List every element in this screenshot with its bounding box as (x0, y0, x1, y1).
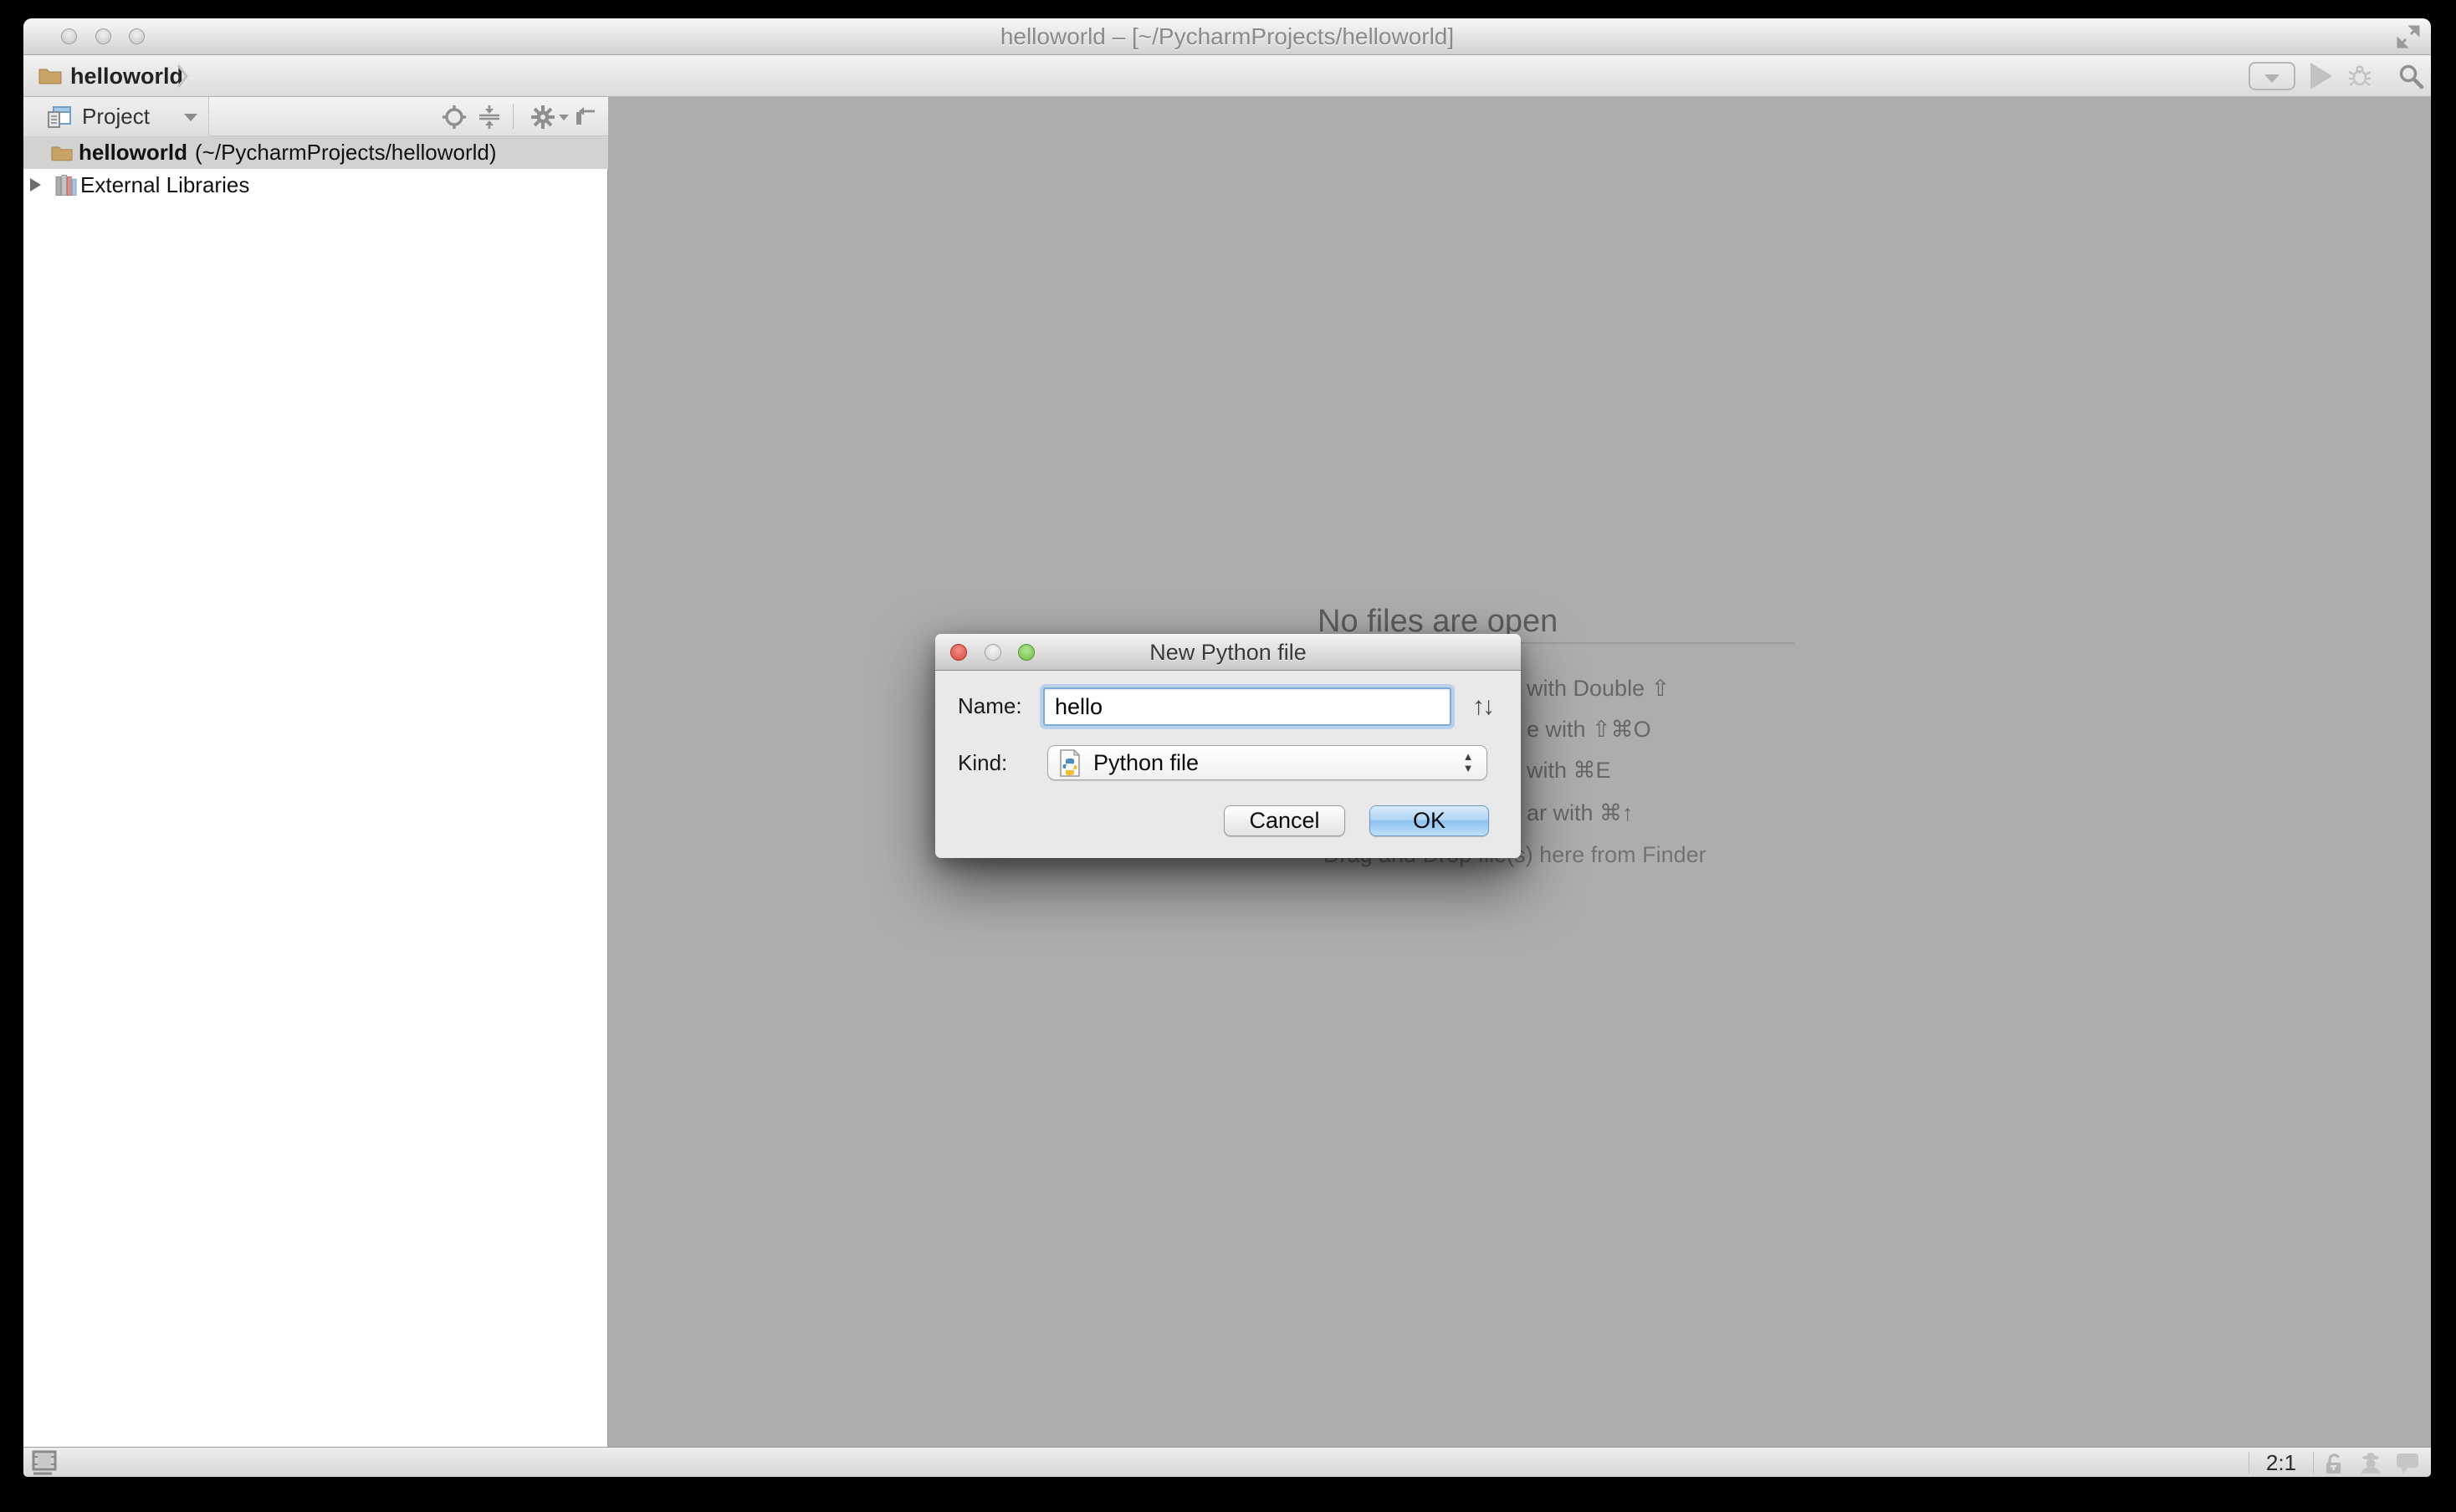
breadcrumb-item-helloworld[interactable]: helloworld (70, 55, 183, 97)
stepper-arrows-icon[interactable]: ▲ ▼ (1461, 751, 1475, 774)
ok-button[interactable]: OK (1369, 805, 1489, 836)
hector-inspector-icon (2357, 1450, 2384, 1475)
folder-icon (51, 144, 73, 161)
caret-position-widget[interactable]: 2:1 (2251, 1450, 2311, 1476)
tree-row-external-libraries[interactable]: External Libraries (23, 169, 608, 201)
status-separator (2313, 1452, 2314, 1474)
kind-dropdown[interactable]: Python file ▲ ▼ (1047, 745, 1487, 780)
dialog-title: New Python file (935, 634, 1521, 671)
name-label: Name: (958, 692, 1022, 719)
chevron-down-icon (2264, 74, 2279, 83)
project-path: (~/PycharmProjects/helloworld) (195, 140, 497, 165)
stepper-down: ▼ (1461, 763, 1475, 774)
inspections-profile-widget[interactable] (2352, 1450, 2389, 1475)
project-view-icon (47, 105, 72, 129)
navigation-bar: helloworld (23, 55, 2431, 97)
external-libraries-label: External Libraries (80, 169, 249, 201)
hint-navigation-bar: ar with ⌘↑ (1527, 800, 1634, 826)
new-python-file-dialog: New Python file Name: ↑↓ Kind: Python fi… (935, 634, 1521, 858)
project-panel-header: Project (23, 97, 608, 136)
expand-arrow-icon[interactable] (30, 178, 41, 192)
chevron-down-icon (184, 114, 197, 121)
event-log-widget[interactable] (2389, 1451, 2426, 1474)
libraries-icon (55, 174, 77, 197)
settings-gear-icon[interactable] (530, 105, 555, 130)
search-icon[interactable] (2397, 63, 2424, 89)
fullscreen-icon[interactable] (2396, 24, 2421, 49)
file-name-input[interactable] (1043, 687, 1451, 726)
hide-panel-icon[interactable] (572, 105, 597, 130)
hint-recent-files: with ⌘E (1527, 758, 1611, 784)
project-tool-window: Project (23, 97, 608, 1447)
toggle-toolwindows-icon[interactable] (32, 1450, 57, 1477)
kind-label: Kind: (958, 749, 1007, 776)
run-configuration-select[interactable] (2249, 62, 2295, 90)
cancel-button[interactable]: Cancel (1224, 805, 1345, 836)
lock-widget[interactable] (2315, 1450, 2352, 1475)
tree-row-project-root[interactable]: helloworld (~/PycharmProjects/helloworld) (23, 136, 608, 169)
speech-bubble-icon (2395, 1451, 2420, 1474)
toolbar-separator (513, 104, 514, 129)
locate-file-icon[interactable] (442, 105, 467, 130)
chevron-down-icon (559, 115, 569, 120)
status-bar-widgets: 2:1 (2247, 1448, 2426, 1477)
chevron-right-icon (176, 64, 189, 89)
run-button[interactable] (2310, 63, 2332, 89)
hint-search-everywhere: with Double ⇧ (1527, 676, 1670, 702)
debug-button[interactable] (2347, 64, 2372, 89)
project-view-selector[interactable]: Project (23, 97, 209, 136)
status-bar: 2:1 (23, 1447, 2431, 1477)
collapse-all-icon[interactable] (477, 105, 502, 130)
kind-value: Python file (1093, 746, 1199, 779)
stepper-up: ▲ (1461, 751, 1475, 763)
history-arrows-icon[interactable]: ↑↓ (1472, 692, 1492, 721)
folder-icon (38, 66, 62, 84)
window-title: helloworld – [~/PycharmProjects/hellowor… (23, 18, 2431, 55)
dialog-titlebar[interactable]: New Python file (935, 634, 1521, 671)
hint-open-file: e with ⇧⌘O (1527, 717, 1651, 743)
python-file-icon (1058, 749, 1082, 777)
project-root-label: helloworld (~/PycharmProjects/helloworld) (79, 136, 497, 169)
project-name: helloworld (79, 140, 187, 165)
unlocked-icon (2322, 1450, 2346, 1475)
pycharm-window: helloworld – [~/PycharmProjects/hellowor… (23, 18, 2431, 1477)
window-titlebar[interactable]: helloworld – [~/PycharmProjects/hellowor… (23, 18, 2431, 55)
project-panel-title: Project (82, 97, 150, 135)
